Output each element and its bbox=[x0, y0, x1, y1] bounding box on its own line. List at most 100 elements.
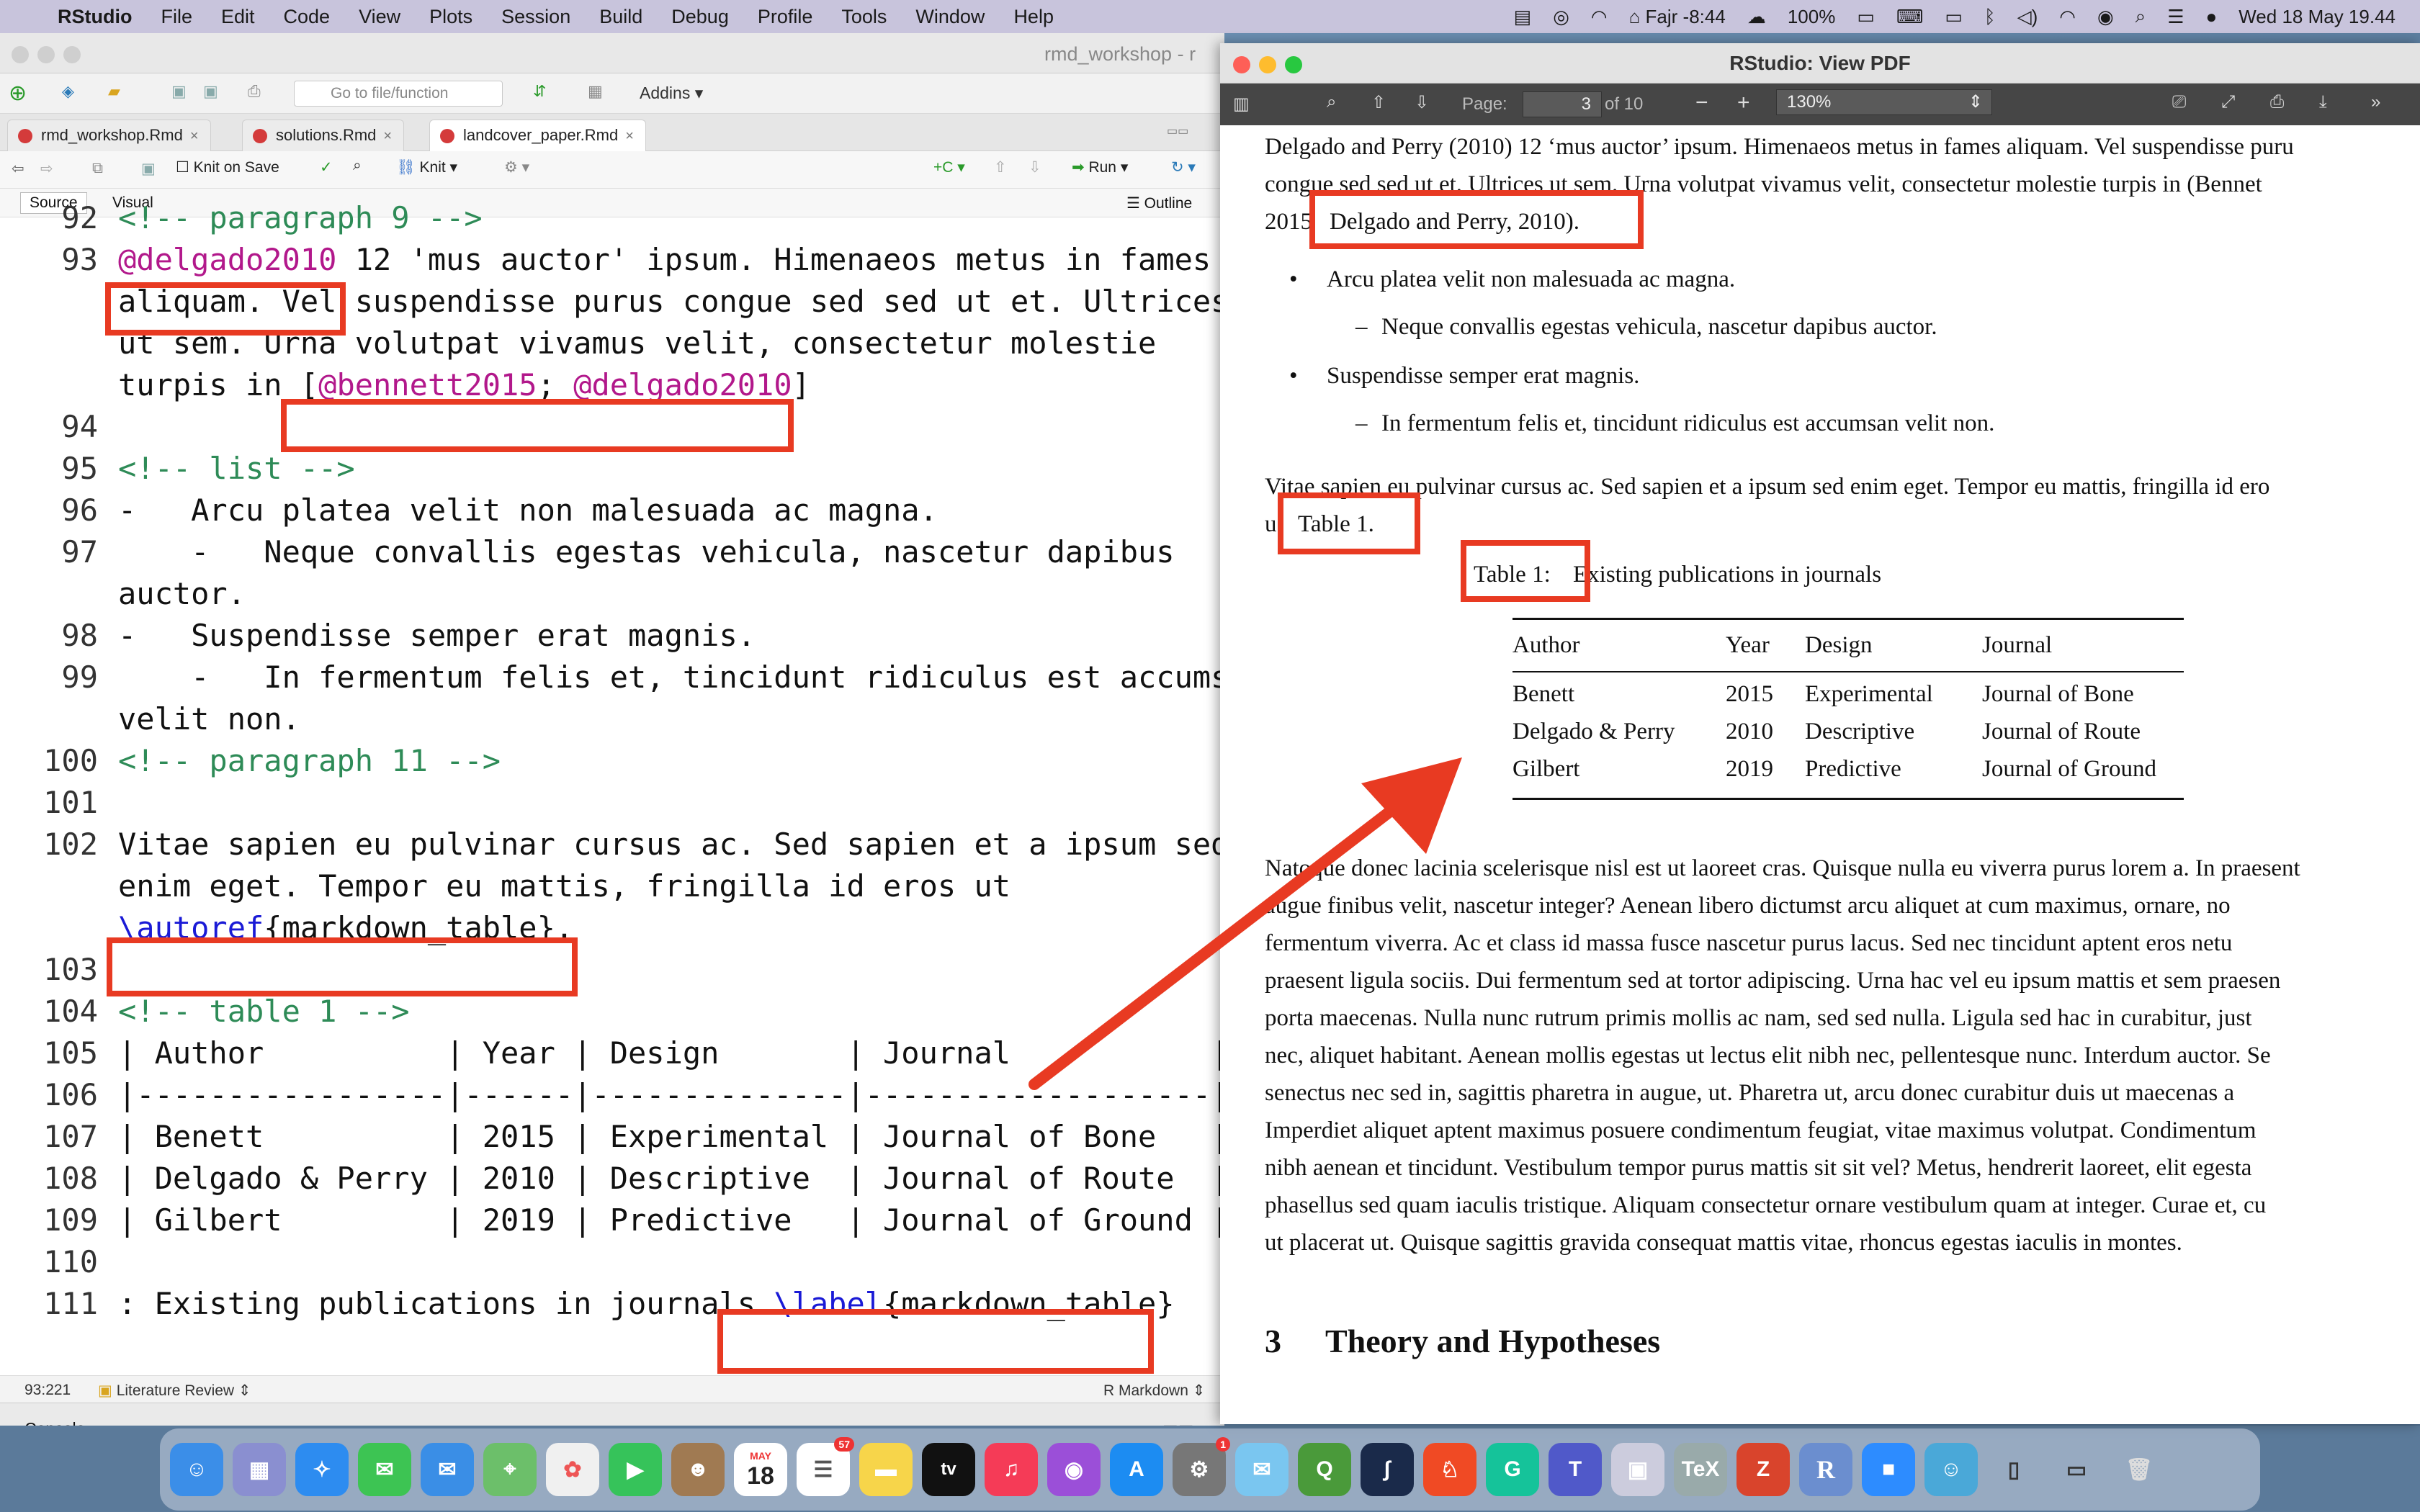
rerun-icon[interactable]: ↻ ▾ bbox=[1171, 158, 1196, 176]
scrivener-icon[interactable]: ∫ bbox=[1361, 1443, 1414, 1496]
teams-icon[interactable]: T bbox=[1549, 1443, 1602, 1496]
contacts-icon[interactable]: ☻ bbox=[671, 1443, 725, 1496]
wifi-icon[interactable]: ◠ bbox=[2059, 6, 2076, 28]
download-icon[interactable]: ⤓ bbox=[2319, 92, 2327, 112]
prayer-time[interactable]: ⌂ Fajr -8:44 bbox=[1629, 6, 1726, 28]
menu-help[interactable]: Help bbox=[1013, 6, 1054, 28]
page-number-input[interactable]: 3 bbox=[1523, 91, 1602, 117]
file-type-selector[interactable]: R Markdown ⇕ bbox=[1103, 1382, 1205, 1400]
grid-layout-icon[interactable]: ▦ bbox=[588, 82, 603, 101]
r-icon[interactable]: R bbox=[1799, 1443, 1852, 1496]
calendar-icon[interactable]: MAY 18 bbox=[734, 1443, 787, 1496]
facetime-icon[interactable]: ▶ bbox=[609, 1443, 662, 1496]
outline-button[interactable]: ☰ Outline bbox=[1126, 194, 1192, 212]
cloud-icon[interactable]: ☁ bbox=[1747, 6, 1766, 28]
menu-edit[interactable]: Edit bbox=[221, 6, 255, 28]
photos-icon[interactable]: ✿ bbox=[546, 1443, 599, 1496]
spotlight-icon[interactable]: ⌕ bbox=[2136, 5, 2146, 28]
tab-rmd-workshop[interactable]: rmd_workshop.Rmd × bbox=[7, 120, 211, 151]
zoom-window-button[interactable] bbox=[63, 46, 81, 63]
insert-chunk-icon[interactable]: +C ▾ bbox=[933, 158, 965, 176]
music-icon[interactable]: ♫ bbox=[985, 1443, 1038, 1496]
close-tab-icon[interactable]: × bbox=[625, 128, 634, 144]
bluetooth-icon[interactable]: ᛒ bbox=[1984, 6, 1996, 28]
system-preferences-icon[interactable]: ⚙ 1 bbox=[1173, 1437, 1230, 1496]
save-document-icon[interactable]: ▣ bbox=[141, 160, 156, 178]
battery-percent[interactable]: 100% bbox=[1788, 6, 1836, 28]
menu-build[interactable]: Build bbox=[599, 6, 642, 28]
chunk-up-icon[interactable]: ⇧ bbox=[994, 158, 1007, 176]
preview-icon[interactable]: ▣ bbox=[1611, 1443, 1664, 1496]
forward-icon[interactable]: ⇨ bbox=[40, 160, 53, 178]
power-icon[interactable]: ▭ bbox=[1945, 6, 1963, 28]
bartender-icon[interactable]: ☺ bbox=[1924, 1443, 1978, 1496]
maps-icon[interactable]: ⌖ bbox=[483, 1443, 537, 1496]
fullscreen-icon[interactable]: ⤢ bbox=[2221, 92, 2235, 112]
save-icon[interactable]: ▣ bbox=[171, 82, 187, 101]
menu-window[interactable]: Window bbox=[915, 6, 985, 28]
grammarly-icon[interactable]: G bbox=[1486, 1443, 1539, 1496]
knit-button[interactable]: ⛓ Knit ▾ bbox=[396, 158, 457, 176]
podcasts-icon[interactable]: ◉ bbox=[1047, 1443, 1101, 1496]
reminders-icon[interactable]: ☰ 57 bbox=[797, 1437, 854, 1496]
safari-icon[interactable]: ✧ bbox=[295, 1443, 349, 1496]
chunk-down-icon[interactable]: ⇩ bbox=[1028, 158, 1041, 176]
addins-menu[interactable]: Addins ▾ bbox=[640, 84, 703, 103]
broadcast-icon[interactable]: ◠ bbox=[1591, 6, 1608, 28]
next-page-icon[interactable]: ⇩ bbox=[1415, 92, 1429, 113]
finder-icon[interactable]: ☺ bbox=[170, 1443, 223, 1496]
control-center-icon[interactable]: ☰ bbox=[2167, 6, 2184, 28]
zoom-out-icon[interactable]: − bbox=[1695, 91, 1708, 115]
menu-tools[interactable]: Tools bbox=[841, 6, 887, 28]
run-button[interactable]: ➡ Run ▾ bbox=[1072, 158, 1128, 176]
user-icon[interactable]: ◉ bbox=[2097, 6, 2114, 28]
back-icon[interactable]: ⇦ bbox=[12, 160, 24, 178]
show-in-window-icon[interactable]: ⧉ bbox=[92, 160, 103, 177]
keyboard-icon[interactable]: ⌨ bbox=[1896, 6, 1924, 28]
find-icon[interactable]: ⌕ bbox=[353, 157, 362, 174]
siri-icon[interactable]: ● bbox=[2206, 6, 2218, 28]
knit-on-save-checkbox[interactable]: ☐ Knit on Save bbox=[176, 158, 279, 176]
mail-icon[interactable]: ✉ bbox=[421, 1443, 474, 1496]
qgis-icon[interactable]: Q bbox=[1298, 1443, 1351, 1496]
tex-icon[interactable]: TeX bbox=[1674, 1443, 1727, 1496]
console-tab[interactable]: Console bbox=[24, 1419, 85, 1426]
close-tab-icon[interactable]: × bbox=[190, 128, 199, 144]
minimize-window-button[interactable] bbox=[37, 46, 55, 63]
spellcheck-icon[interactable]: ✓ bbox=[320, 158, 333, 176]
zoom-in-icon[interactable]: + bbox=[1737, 91, 1750, 115]
save-all-icon[interactable]: ▣ bbox=[203, 82, 218, 101]
clock[interactable]: Wed 18 May 19.44 bbox=[2238, 6, 2396, 28]
close-window-button[interactable] bbox=[12, 46, 29, 63]
menu-app-name[interactable]: RStudio bbox=[58, 6, 132, 28]
launchpad-icon[interactable]: ▦ bbox=[233, 1443, 286, 1496]
menu-debug[interactable]: Debug bbox=[671, 6, 729, 28]
trash-icon[interactable]: 🗑 bbox=[2112, 1443, 2166, 1496]
previous-page-icon[interactable]: ⇧ bbox=[1371, 92, 1386, 113]
volume-icon[interactable]: ◁) bbox=[2017, 6, 2038, 28]
library-icon[interactable]: ▤ bbox=[1514, 6, 1532, 28]
menu-file[interactable]: File bbox=[161, 6, 192, 28]
menu-profile[interactable]: Profile bbox=[758, 6, 813, 28]
app-store-icon[interactable]: A bbox=[1110, 1443, 1163, 1496]
airmail-icon[interactable]: ✉ bbox=[1235, 1443, 1289, 1496]
more-tools-icon[interactable]: » bbox=[2371, 92, 2380, 112]
apple-tv-icon[interactable]: tv bbox=[922, 1443, 975, 1496]
documents-stack-icon[interactable]: ▯ bbox=[1987, 1443, 2040, 1496]
presentation-icon[interactable]: ⎚ bbox=[2172, 92, 2186, 112]
new-project-icon[interactable]: ◈ bbox=[62, 82, 74, 101]
notes-icon[interactable]: ▬ bbox=[859, 1443, 913, 1496]
zoom-select[interactable]: 130% ⇕ bbox=[1776, 89, 1992, 115]
downloads-stack-icon[interactable]: ▭ bbox=[2050, 1443, 2103, 1496]
vcs-icon[interactable]: ⇵ bbox=[533, 82, 546, 101]
zotero-icon[interactable]: Z bbox=[1736, 1443, 1790, 1496]
search-icon[interactable]: ⌕ bbox=[1327, 92, 1336, 112]
tab-landcover-paper[interactable]: landcover_paper.Rmd × bbox=[429, 120, 646, 151]
brave-icon[interactable]: ♘ bbox=[1423, 1443, 1476, 1496]
menu-plots[interactable]: Plots bbox=[429, 6, 472, 28]
settings-gear-icon[interactable]: ⚙ ▾ bbox=[504, 158, 529, 176]
battery-icon[interactable]: ▭ bbox=[1857, 6, 1875, 28]
print-icon[interactable]: ⎙ bbox=[248, 82, 261, 101]
new-file-icon[interactable]: ⊕ bbox=[9, 81, 27, 106]
menu-session[interactable]: Session bbox=[501, 6, 570, 28]
